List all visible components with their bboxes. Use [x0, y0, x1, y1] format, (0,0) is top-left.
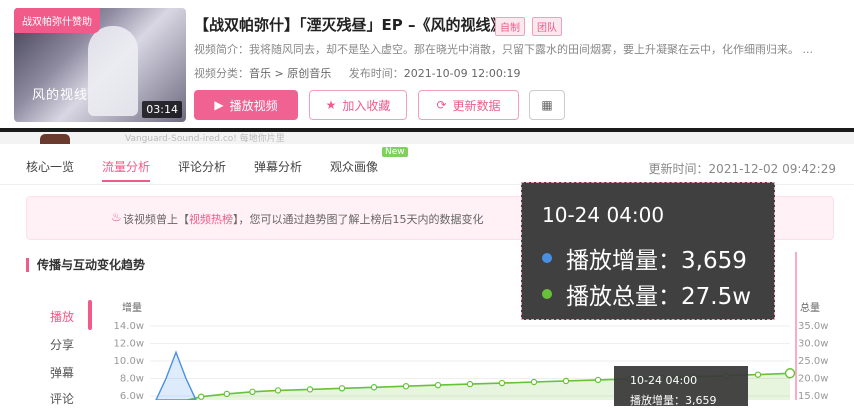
left-tick-label: 10.0w — [114, 356, 144, 367]
total-point — [530, 378, 538, 386]
total-point — [402, 383, 410, 390]
total-point-highlight — [784, 368, 796, 379]
right-tick-label: 20.0w — [798, 374, 828, 385]
total-point — [370, 384, 378, 391]
left-tick-label: 6.0w — [120, 391, 144, 400]
small-tooltip-date: 10-24 04:00 — [630, 374, 698, 387]
chart-tooltip-small: 10-24 04:00 播放增量：3,659 — [614, 366, 748, 407]
total-point — [466, 380, 474, 388]
total-point — [249, 388, 256, 395]
total-point — [498, 379, 506, 387]
small-tooltip-row: 播放增量：3,659 — [630, 394, 717, 407]
chart-tooltip: 10-24 04:00 播放增量：3,659 播放总量：27.5w — [521, 182, 775, 320]
tooltip-row-increment: 播放增量：3,659 — [542, 241, 747, 275]
total-point — [434, 381, 442, 389]
tooltip-row-total: 播放总量：27.5w — [542, 277, 751, 311]
total-point — [306, 386, 314, 393]
left-tick-label: 12.0w — [114, 339, 144, 350]
total-point — [594, 376, 602, 384]
increment-dot-icon — [542, 253, 552, 263]
total-point — [562, 377, 570, 385]
increment-value: 3,659 — [681, 248, 747, 274]
left-tick-label: 14.0w — [114, 321, 144, 332]
left-axis-label: 增量 — [122, 301, 142, 314]
increment-line — [155, 350, 197, 400]
right-tick-label: 15.0w — [798, 391, 828, 400]
total-point — [754, 371, 762, 378]
right-tick-label: 35.0w — [798, 321, 828, 332]
right-tick-label: 30.0w — [798, 339, 828, 350]
total-point — [223, 390, 230, 398]
total-point — [197, 393, 205, 400]
total-value: 27.5w — [681, 284, 752, 310]
total-point — [338, 385, 346, 392]
right-axis-label: 总量 — [800, 301, 820, 314]
total-dot-icon — [542, 289, 552, 299]
right-tick-label: 25.0w — [798, 356, 828, 367]
total-point — [274, 387, 282, 394]
tooltip-date: 10-24 04:00 — [542, 203, 665, 227]
left-tick-label: 8.0w — [120, 374, 144, 385]
